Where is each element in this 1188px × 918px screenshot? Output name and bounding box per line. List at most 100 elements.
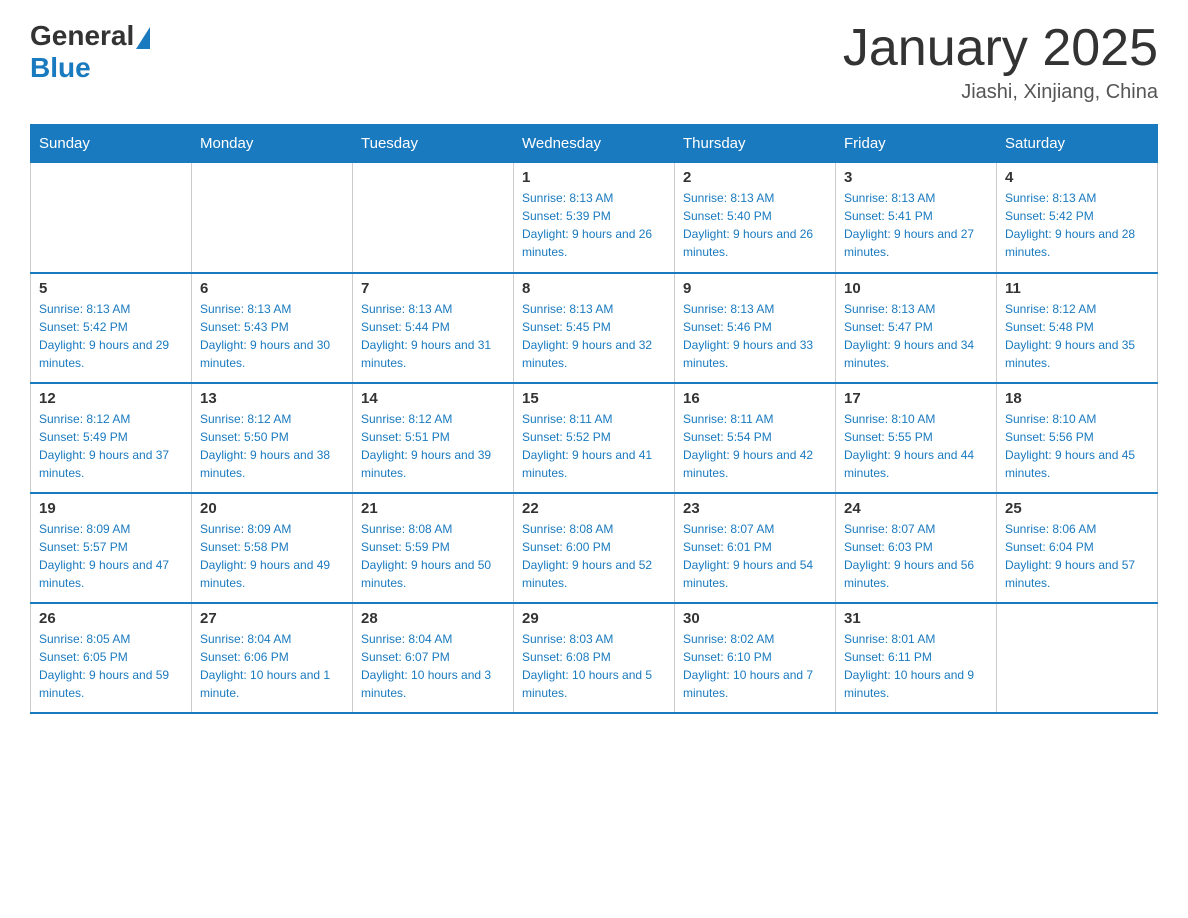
day-number: 9 — [683, 280, 827, 297]
day-info: Sunrise: 8:13 AM Sunset: 5:41 PM Dayligh… — [844, 189, 988, 261]
day-number: 21 — [361, 500, 505, 517]
calendar-day-cell: 30 Sunrise: 8:02 AM Sunset: 6:10 PM Dayli… — [675, 603, 836, 713]
calendar-day-cell: 11 Sunrise: 8:12 AM Sunset: 5:48 PM Dayli… — [997, 273, 1158, 383]
day-number: 2 — [683, 169, 827, 186]
day-number: 24 — [844, 500, 988, 517]
calendar-day-cell: 14 Sunrise: 8:12 AM Sunset: 5:51 PM Dayli… — [353, 383, 514, 493]
calendar-week-row: 19 Sunrise: 8:09 AM Sunset: 5:57 PM Dayli… — [31, 493, 1158, 603]
day-info: Sunrise: 8:13 AM Sunset: 5:39 PM Dayligh… — [522, 189, 666, 261]
day-info: Sunrise: 8:13 AM Sunset: 5:42 PM Dayligh… — [1005, 189, 1149, 261]
calendar-day-cell: 10Sunrise: 8:13 AM Sunset: 5:47 PM Dayli… — [836, 273, 997, 383]
day-info: Sunrise: 8:10 AM Sunset: 5:56 PM Dayligh… — [1005, 410, 1149, 482]
day-info: Sunrise: 8:02 AM Sunset: 6:10 PM Dayligh… — [683, 630, 827, 702]
calendar-day-cell: 25Sunrise: 8:06 AM Sunset: 6:04 PM Dayli… — [997, 493, 1158, 603]
day-info: Sunrise: 8:12 AM Sunset: 5:50 PM Dayligh… — [200, 410, 344, 482]
day-number: 8 — [522, 280, 666, 297]
day-info: Sunrise: 8:12 AM Sunset: 5:51 PM Dayligh… — [361, 410, 505, 482]
day-number: 4 — [1005, 169, 1149, 186]
day-number: 26 — [39, 610, 183, 627]
calendar-day-cell: 1 Sunrise: 8:13 AM Sunset: 5:39 PM Daylig… — [514, 163, 675, 273]
calendar-day-cell: 4 Sunrise: 8:13 AM Sunset: 5:42 PM Daylig… — [997, 163, 1158, 273]
day-info: Sunrise: 8:13 AM Sunset: 5:43 PM Dayligh… — [200, 300, 344, 372]
day-info: Sunrise: 8:12 AM Sunset: 5:48 PM Dayligh… — [1005, 300, 1149, 372]
calendar-day-cell: 17 Sunrise: 8:10 AM Sunset: 5:55 PM Dayli… — [836, 383, 997, 493]
logo: General Blue — [30, 20, 150, 84]
day-info: Sunrise: 8:04 AM Sunset: 6:06 PM Dayligh… — [200, 630, 344, 702]
day-of-week-header: Saturday — [997, 125, 1158, 163]
calendar-day-cell: 7Sunrise: 8:13 AM Sunset: 5:44 PM Daylig… — [353, 273, 514, 383]
day-number: 17 — [844, 390, 988, 407]
day-number: 30 — [683, 610, 827, 627]
month-title: January 2025 — [843, 20, 1158, 77]
location-text: Jiashi, Xinjiang, China — [843, 81, 1158, 104]
calendar-day-cell: 6 Sunrise: 8:13 AM Sunset: 5:43 PM Daylig… — [192, 273, 353, 383]
calendar-table: SundayMondayTuesdayWednesdayThursdayFrid… — [30, 124, 1158, 714]
calendar-week-row: 5Sunrise: 8:13 AM Sunset: 5:42 PM Daylig… — [31, 273, 1158, 383]
day-number: 16 — [683, 390, 827, 407]
day-number: 1 — [522, 169, 666, 186]
title-section: January 2025 Jiashi, Xinjiang, China — [843, 20, 1158, 104]
calendar-day-cell: 8 Sunrise: 8:13 AM Sunset: 5:45 PM Daylig… — [514, 273, 675, 383]
calendar-week-row: 1 Sunrise: 8:13 AM Sunset: 5:39 PM Daylig… — [31, 163, 1158, 273]
calendar-day-cell: 13 Sunrise: 8:12 AM Sunset: 5:50 PM Dayli… — [192, 383, 353, 493]
day-number: 6 — [200, 280, 344, 297]
calendar-day-cell: 19 Sunrise: 8:09 AM Sunset: 5:57 PM Dayli… — [31, 493, 192, 603]
day-info: Sunrise: 8:09 AM Sunset: 5:57 PM Dayligh… — [39, 520, 183, 592]
day-number: 27 — [200, 610, 344, 627]
calendar-day-cell: 31 Sunrise: 8:01 AM Sunset: 6:11 PM Dayli… — [836, 603, 997, 713]
day-number: 12 — [39, 390, 183, 407]
calendar-day-cell: 22Sunrise: 8:08 AM Sunset: 6:00 PM Dayli… — [514, 493, 675, 603]
day-number: 10 — [844, 280, 988, 297]
day-info: Sunrise: 8:12 AM Sunset: 5:49 PM Dayligh… — [39, 410, 183, 482]
day-of-week-header: Tuesday — [353, 125, 514, 163]
day-number: 15 — [522, 390, 666, 407]
day-info: Sunrise: 8:04 AM Sunset: 6:07 PM Dayligh… — [361, 630, 505, 702]
calendar-day-cell: 5Sunrise: 8:13 AM Sunset: 5:42 PM Daylig… — [31, 273, 192, 383]
calendar-day-cell: 24 Sunrise: 8:07 AM Sunset: 6:03 PM Dayli… — [836, 493, 997, 603]
calendar-day-cell: 29 Sunrise: 8:03 AM Sunset: 6:08 PM Dayli… — [514, 603, 675, 713]
calendar-day-cell — [31, 163, 192, 273]
day-info: Sunrise: 8:11 AM Sunset: 5:54 PM Dayligh… — [683, 410, 827, 482]
day-info: Sunrise: 8:11 AM Sunset: 5:52 PM Dayligh… — [522, 410, 666, 482]
day-number: 19 — [39, 500, 183, 517]
day-info: Sunrise: 8:07 AM Sunset: 6:01 PM Dayligh… — [683, 520, 827, 592]
day-number: 31 — [844, 610, 988, 627]
day-number: 13 — [200, 390, 344, 407]
calendar-day-cell: 20Sunrise: 8:09 AM Sunset: 5:58 PM Dayli… — [192, 493, 353, 603]
calendar-day-cell: 9 Sunrise: 8:13 AM Sunset: 5:46 PM Daylig… — [675, 273, 836, 383]
calendar-day-cell: 15 Sunrise: 8:11 AM Sunset: 5:52 PM Dayli… — [514, 383, 675, 493]
day-number: 14 — [361, 390, 505, 407]
day-info: Sunrise: 8:13 AM Sunset: 5:40 PM Dayligh… — [683, 189, 827, 261]
calendar-day-cell: 27 Sunrise: 8:04 AM Sunset: 6:06 PM Dayli… — [192, 603, 353, 713]
day-number: 5 — [39, 280, 183, 297]
day-number: 29 — [522, 610, 666, 627]
calendar-day-cell: 26 Sunrise: 8:05 AM Sunset: 6:05 PM Dayli… — [31, 603, 192, 713]
day-info: Sunrise: 8:08 AM Sunset: 5:59 PM Dayligh… — [361, 520, 505, 592]
day-of-week-header: Monday — [192, 125, 353, 163]
logo-general-text: General — [30, 20, 134, 52]
day-info: Sunrise: 8:05 AM Sunset: 6:05 PM Dayligh… — [39, 630, 183, 702]
day-of-week-header: Thursday — [675, 125, 836, 163]
calendar-day-cell: 12 Sunrise: 8:12 AM Sunset: 5:49 PM Dayli… — [31, 383, 192, 493]
day-of-week-header: Wednesday — [514, 125, 675, 163]
calendar-day-cell — [192, 163, 353, 273]
day-number: 11 — [1005, 280, 1149, 297]
day-number: 25 — [1005, 500, 1149, 517]
day-info: Sunrise: 8:08 AM Sunset: 6:00 PM Dayligh… — [522, 520, 666, 592]
day-number: 20 — [200, 500, 344, 517]
logo-blue-text: Blue — [30, 52, 91, 84]
calendar-day-cell: 18Sunrise: 8:10 AM Sunset: 5:56 PM Dayli… — [997, 383, 1158, 493]
day-info: Sunrise: 8:03 AM Sunset: 6:08 PM Dayligh… — [522, 630, 666, 702]
day-info: Sunrise: 8:01 AM Sunset: 6:11 PM Dayligh… — [844, 630, 988, 702]
day-info: Sunrise: 8:10 AM Sunset: 5:55 PM Dayligh… — [844, 410, 988, 482]
day-info: Sunrise: 8:13 AM Sunset: 5:45 PM Dayligh… — [522, 300, 666, 372]
day-info: Sunrise: 8:13 AM Sunset: 5:46 PM Dayligh… — [683, 300, 827, 372]
logo-triangle-icon — [136, 27, 150, 49]
calendar-day-cell: 2 Sunrise: 8:13 AM Sunset: 5:40 PM Daylig… — [675, 163, 836, 273]
calendar-week-row: 12 Sunrise: 8:12 AM Sunset: 5:49 PM Dayli… — [31, 383, 1158, 493]
calendar-day-cell — [997, 603, 1158, 713]
day-info: Sunrise: 8:07 AM Sunset: 6:03 PM Dayligh… — [844, 520, 988, 592]
day-of-week-header: Sunday — [31, 125, 192, 163]
day-number: 3 — [844, 169, 988, 186]
day-of-week-header: Friday — [836, 125, 997, 163]
